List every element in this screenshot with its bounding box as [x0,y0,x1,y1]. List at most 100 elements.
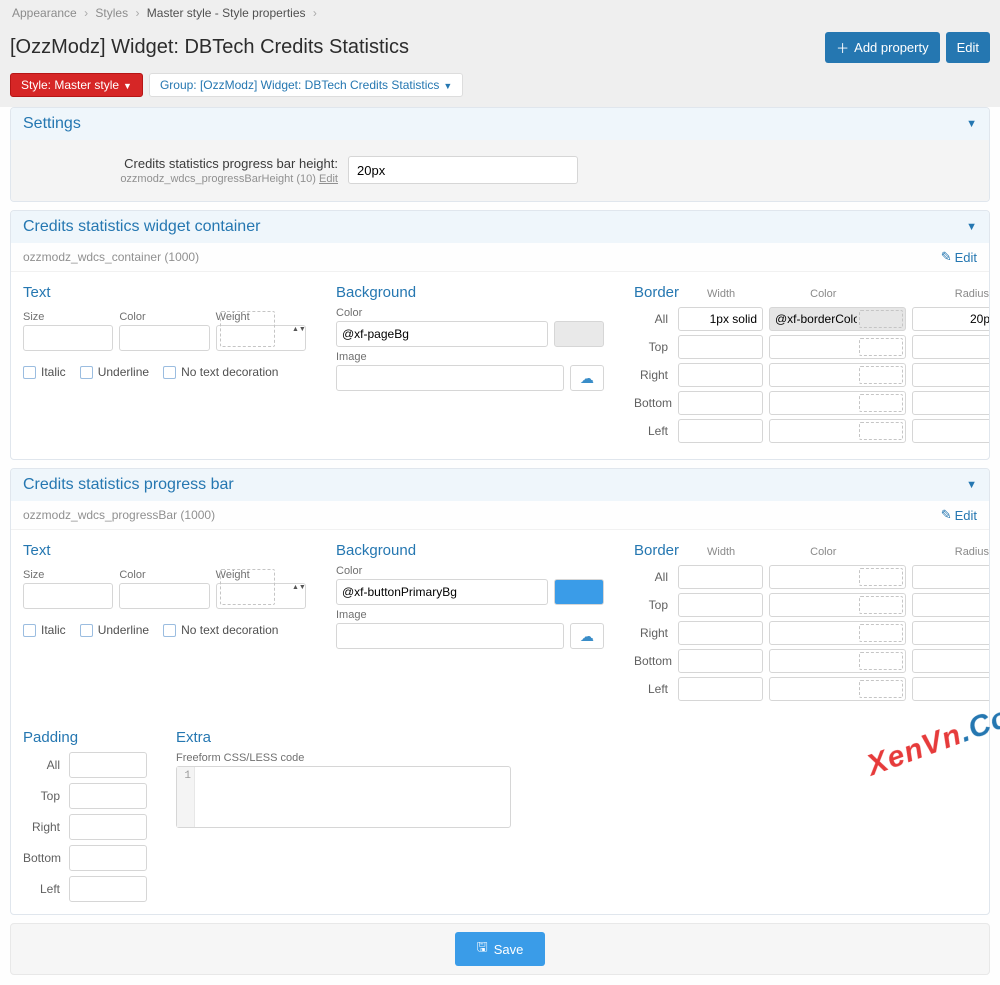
bg-image-input[interactable] [336,623,564,649]
border-right-width-input[interactable] [678,621,763,645]
italic-checkbox[interactable]: Italic [23,365,66,379]
settings-header[interactable]: Settings ▼ [11,108,989,140]
text-size-input[interactable] [23,325,113,351]
border-bottom-color-input[interactable] [769,649,906,673]
bg-color-swatch[interactable] [554,579,604,605]
underline-checkbox[interactable]: Underline [80,365,149,379]
border-left-color-input[interactable] [769,677,906,701]
text-size-input[interactable] [23,583,113,609]
border-left-radius-input[interactable] [912,677,990,701]
upload-image-button[interactable]: ☁ [570,623,604,649]
border-right-label: Right [634,368,672,382]
chevron-right-icon: › [135,6,142,20]
page-title: [OzzModz] Widget: DBTech Credits Statist… [10,36,409,59]
border-top-color-input[interactable] [769,593,906,617]
border-top-width-input[interactable] [678,593,763,617]
border-right-label: Right [634,626,672,640]
container-edit-link[interactable]: ✎ Edit [941,249,977,265]
border-bottom-radius-input[interactable] [912,391,990,415]
border-bottom-radius-input[interactable] [912,649,990,673]
text-color-input[interactable] [119,583,209,609]
border-bottom-color-input[interactable] [769,391,906,415]
padding-top-input[interactable] [69,783,147,809]
group-selector-tab[interactable]: Group: [OzzModz] Widget: DBTech Credits … [149,73,463,97]
edit-button[interactable]: Edit [946,32,990,63]
freeform-css-editor[interactable]: 1 [176,766,511,828]
padding-top-label: Top [23,789,63,803]
border-left-label: Left [634,682,672,696]
border-right-color-input[interactable] [769,621,906,645]
border-width-header: Width [707,288,782,300]
border-all-width-input[interactable] [678,307,763,331]
progress-title: Credits statistics progress bar [23,476,234,494]
border-left-radius-input[interactable] [912,419,990,443]
border-top-radius-input[interactable] [912,593,990,617]
border-all-label: All [634,570,672,584]
no-text-decoration-checkbox[interactable]: No text decoration [163,365,278,379]
plus-icon: ＋ [836,38,849,57]
bg-color-input[interactable] [336,579,548,605]
border-all-radius-input[interactable] [912,307,990,331]
border-left-width-input[interactable] [678,419,763,443]
crumb-appearance[interactable]: Appearance [12,6,77,20]
border-all-radius-input[interactable] [912,565,990,589]
color-label: Color [119,569,209,581]
underline-checkbox[interactable]: Underline [80,623,149,637]
border-bottom-width-input[interactable] [678,391,763,415]
setting-edit-link[interactable]: Edit [319,173,338,185]
chevron-down-icon: ▼ [966,479,977,491]
padding-left-input[interactable] [69,876,147,902]
style-selector-tab[interactable]: Style: Master style▼ [10,73,143,97]
progress-bar-height-input[interactable] [348,156,578,184]
upload-icon: ☁ [580,628,594,645]
crumb-current[interactable]: Master style - Style properties [147,6,306,20]
border-left-width-input[interactable] [678,677,763,701]
border-top-width-input[interactable] [678,335,763,359]
border-all-width-input[interactable] [678,565,763,589]
border-all-color-input[interactable] [769,307,906,331]
bg-image-input[interactable] [336,365,564,391]
progress-edit-link[interactable]: ✎ Edit [941,507,977,523]
container-header[interactable]: Credits statistics widget container ▼ [11,211,989,243]
pencil-icon: ✎ [941,249,952,265]
bg-color-input[interactable] [336,321,548,347]
border-right-width-input[interactable] [678,363,763,387]
padding-bottom-input[interactable] [69,845,147,871]
border-color-header: Color [810,546,927,558]
upload-image-button[interactable]: ☁ [570,365,604,391]
border-left-color-input[interactable] [769,419,906,443]
border-top-color-input[interactable] [769,335,906,359]
padding-left-label: Left [23,882,63,896]
bg-image-label: Image [336,609,604,621]
bg-color-swatch[interactable] [554,321,604,347]
bg-color-label: Color [336,565,604,577]
upload-icon: ☁ [580,370,594,387]
border-width-header: Width [707,546,782,558]
padding-bottom-label: Bottom [23,851,63,865]
background-section-title: Background [336,284,604,301]
size-label: Size [23,569,113,581]
breadcrumb: Appearance › Styles › Master style - Sty… [0,0,1000,26]
text-color-input[interactable] [119,325,209,351]
border-right-radius-input[interactable] [912,363,990,387]
chevron-right-icon: › [313,6,317,20]
border-right-radius-input[interactable] [912,621,990,645]
save-button[interactable]: 🖫Save [455,932,546,966]
container-id: ozzmodz_wdcs_container (1000) [23,250,199,264]
add-property-button[interactable]: ＋Add property [825,32,939,63]
border-bottom-width-input[interactable] [678,649,763,673]
chevron-down-icon: ▼ [966,221,977,233]
padding-all-input[interactable] [69,752,147,778]
border-top-radius-input[interactable] [912,335,990,359]
stepper-icon: ▲▼ [292,308,304,350]
no-text-decoration-checkbox[interactable]: No text decoration [163,623,278,637]
border-right-color-input[interactable] [769,363,906,387]
crumb-styles[interactable]: Styles [95,6,128,20]
border-all-color-input[interactable] [769,565,906,589]
color-label: Color [119,311,209,323]
italic-checkbox[interactable]: Italic [23,623,66,637]
chevron-right-icon: › [84,6,91,20]
border-top-label: Top [634,598,672,612]
padding-right-input[interactable] [69,814,147,840]
progress-header[interactable]: Credits statistics progress bar ▼ [11,469,989,501]
